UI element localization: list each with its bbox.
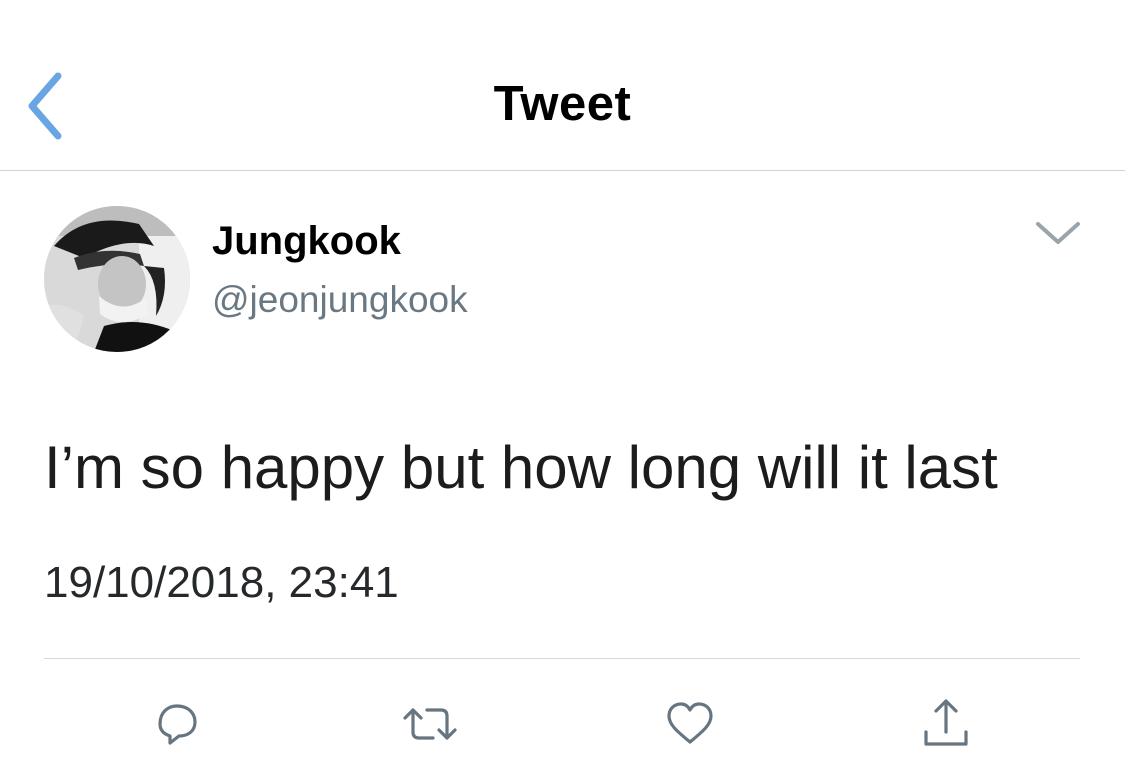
retweet-button[interactable] <box>400 692 460 756</box>
reply-icon <box>158 704 197 745</box>
avatar[interactable] <box>44 206 190 352</box>
like-button[interactable] <box>660 692 720 756</box>
avatar-photo <box>44 206 190 352</box>
heart-icon <box>667 702 713 744</box>
tweet-options-button[interactable] <box>1030 212 1086 252</box>
author-handle[interactable]: @jeonjungkook <box>212 278 468 322</box>
share-button[interactable] <box>916 692 976 756</box>
chevron-down-icon <box>1036 222 1080 244</box>
navigation-bar: Tweet <box>0 0 1125 171</box>
page-title: Tweet <box>493 77 632 131</box>
author-display-name[interactable]: Jungkook <box>212 217 401 265</box>
retweet-icon <box>403 708 457 740</box>
divider <box>44 658 1080 659</box>
reply-button[interactable] <box>146 692 206 756</box>
tweet-text: I’m so happy but how long will it last <box>44 434 998 501</box>
share-icon <box>924 699 968 746</box>
tweet-timestamp: 19/10/2018, 23:41 <box>44 558 399 607</box>
